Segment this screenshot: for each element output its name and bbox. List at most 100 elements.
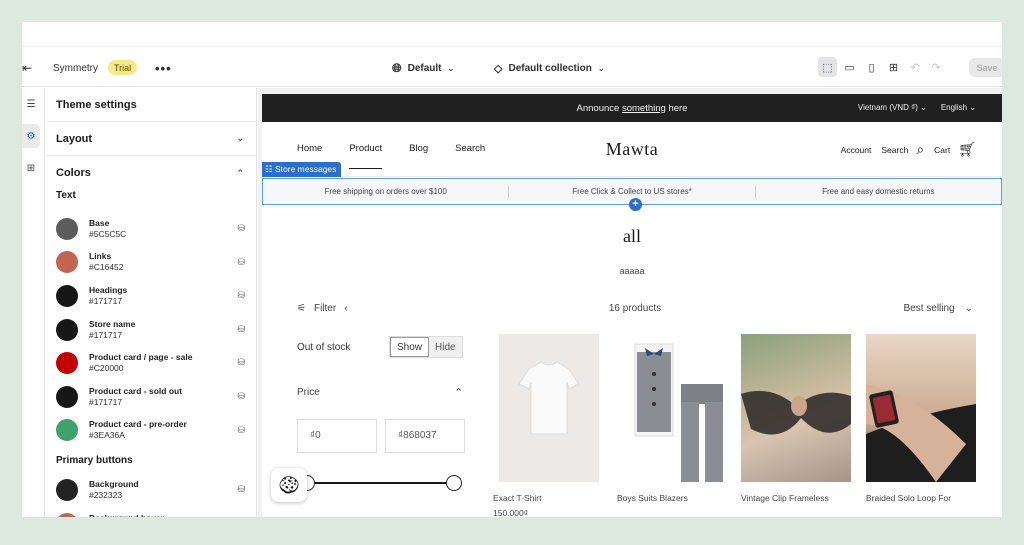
out-of-stock-label: Out of stock [297,342,351,353]
color-setting-row[interactable]: Product card - sold out #171717 ⛁ [46,380,256,414]
store-header: Home Product Blog Search Mawta Account Sear… [262,122,1002,177]
product-card[interactable]: Vintage Clip Frameless [741,334,851,508]
cookie-icon[interactable]: 🍪︎ [271,468,307,502]
database-icon[interactable]: ⛁ [237,425,245,436]
color-swatch[interactable] [56,419,78,442]
chevron-down-icon: ⌄ [447,63,455,73]
color-hex: #171717 [89,396,123,407]
apps-icon[interactable]: ⊞ [22,156,40,180]
color-setting-row[interactable]: Background #232323 ⛁ [46,473,256,507]
color-swatch[interactable] [56,217,78,240]
color-setting-row[interactable]: Base #5C5C5C ⛁ [46,212,256,246]
color-name: Product card - sold out [89,385,183,396]
announcement-link[interactable]: something [622,103,666,114]
price-filter-header[interactable]: Price ⌃ [297,387,463,399]
database-icon[interactable]: ⛁ [237,357,245,368]
announcement-suffix: here [665,102,688,114]
tag-icon: ◇ [494,62,503,75]
price-range-track[interactable] [302,482,458,484]
color-swatch[interactable] [56,512,78,517]
color-hex: #5C5C5C [89,228,127,239]
account-link[interactable]: Account [841,145,872,155]
mobile-icon[interactable]: ▯ [862,57,881,77]
trial-badge: Trial [108,60,138,75]
product-image [499,334,599,482]
color-info: Base #5C5C5C [89,218,126,240]
color-info: Background #232323 [89,479,139,501]
price-max-input[interactable]: ₫868037 [385,419,465,453]
collection-selector[interactable]: ◇ Default collection ⌄ [494,58,605,78]
chevron-up-icon: ⌃ [236,167,244,178]
watch-band-image [866,384,976,482]
color-setting-row[interactable]: Background hover#C16452⛁ [46,507,256,517]
panel-title: Theme settings [46,88,256,122]
desktop-icon[interactable]: ▭ [840,57,859,77]
save-button[interactable]: Save [969,58,1002,77]
theme-settings-icon[interactable]: ⚙ [22,124,40,148]
language-label: English [940,103,968,112]
toolbar-divider [22,46,1002,47]
cart-link[interactable]: Cart [934,145,950,155]
color-name: Store name [89,318,136,329]
sort-dropdown[interactable]: Best selling ⌄ [903,303,973,314]
add-section-icon[interactable]: + [629,198,642,211]
inspector-icon[interactable]: ⬚ [818,57,837,77]
theme-name: Symmetry [53,62,98,74]
database-icon[interactable]: ⛁ [237,257,245,268]
color-swatch[interactable] [56,318,78,341]
search-icon[interactable]: ⌕ [916,141,924,158]
currency-selector[interactable]: Vietnam (VND ₫) ⌄ [858,103,927,112]
color-setting-row[interactable]: Store name #171717 ⛁ [46,313,256,347]
store-messages-tag[interactable]: ☷ Store messages [262,162,342,177]
database-icon[interactable]: ⛁ [237,484,245,495]
color-hex: #C20000 [89,363,124,374]
color-name: Product card - pre-order [89,419,187,430]
store-message: Free shipping on orders over $100 [263,185,510,198]
colors-section-header[interactable]: Colors ⌃ [46,156,256,190]
color-swatch[interactable] [56,251,78,274]
exit-icon[interactable]: ⇤ [22,58,32,78]
layout-section-header[interactable]: Layout ⌄ [46,122,256,156]
database-icon[interactable]: ⛁ [237,324,245,335]
editor-window: ⇤ Symmetry Trial ••• 🌐︎ Default ⌄ ◇ Defa… [22,22,1002,517]
color-setting-row[interactable]: Headings #171717 ⛁ [46,279,256,313]
product-card[interactable]: Braided Solo Loop For [866,334,976,508]
product-card[interactable]: Boys Suits Blazers [617,334,727,508]
undo-icon[interactable]: ↶ [906,61,924,74]
color-info: Background hover#C16452 [89,513,164,517]
boys-suit-image [634,343,723,482]
price-min-input[interactable]: ₫0 [297,419,377,453]
search-link[interactable]: Search [881,145,908,155]
color-swatch[interactable] [56,352,78,375]
color-hex: #C16452 [89,262,124,273]
collection-title: all [623,226,641,246]
color-swatch[interactable] [56,478,78,501]
database-icon[interactable]: ⛁ [237,391,245,402]
out-of-stock-toggle: Show Hide [389,336,463,358]
color-setting-row[interactable]: Product card / page - sale #C20000 ⛁ [46,346,256,380]
fullscreen-icon[interactable]: ⊞ [884,57,903,77]
localization: Vietnam (VND ₫) ⌄ English ⌄ [858,103,976,112]
database-icon[interactable]: ⛁ [237,223,245,234]
store-preview: Announce something here Vietnam (VND ₫) … [258,88,1002,517]
language-selector[interactable]: English ⌄ [941,103,976,112]
show-option[interactable]: Show [390,337,430,357]
template-label: Default [407,62,442,74]
color-setting-row[interactable]: Product card - pre-order #3EA36A ⛁ [46,414,256,448]
redo-icon[interactable]: ↷ [927,61,945,74]
color-swatch[interactable] [56,385,78,408]
product-card[interactable]: Exact T-Shirt 150.000₫ [493,334,603,517]
hide-option[interactable]: Hide [429,337,462,357]
database-icon[interactable]: ⛁ [237,290,245,301]
price-max-handle[interactable] [446,475,462,491]
color-setting-row[interactable]: Links #C16452 ⛁ [46,246,256,280]
collection-description: aaaaa [619,266,645,276]
template-selector[interactable]: 🌐︎ Default ⌄ [392,58,454,78]
color-name: Background hover [89,513,164,517]
product-name: Braided Solo Loop For [866,493,952,503]
store-message: Free Click & Collect to US stores* [509,185,756,198]
color-swatch[interactable] [56,284,78,307]
cart-icon[interactable]: 🛒︎ [958,141,976,158]
more-actions-button[interactable]: ••• [155,58,172,78]
sections-icon[interactable]: ☰ [22,92,40,116]
